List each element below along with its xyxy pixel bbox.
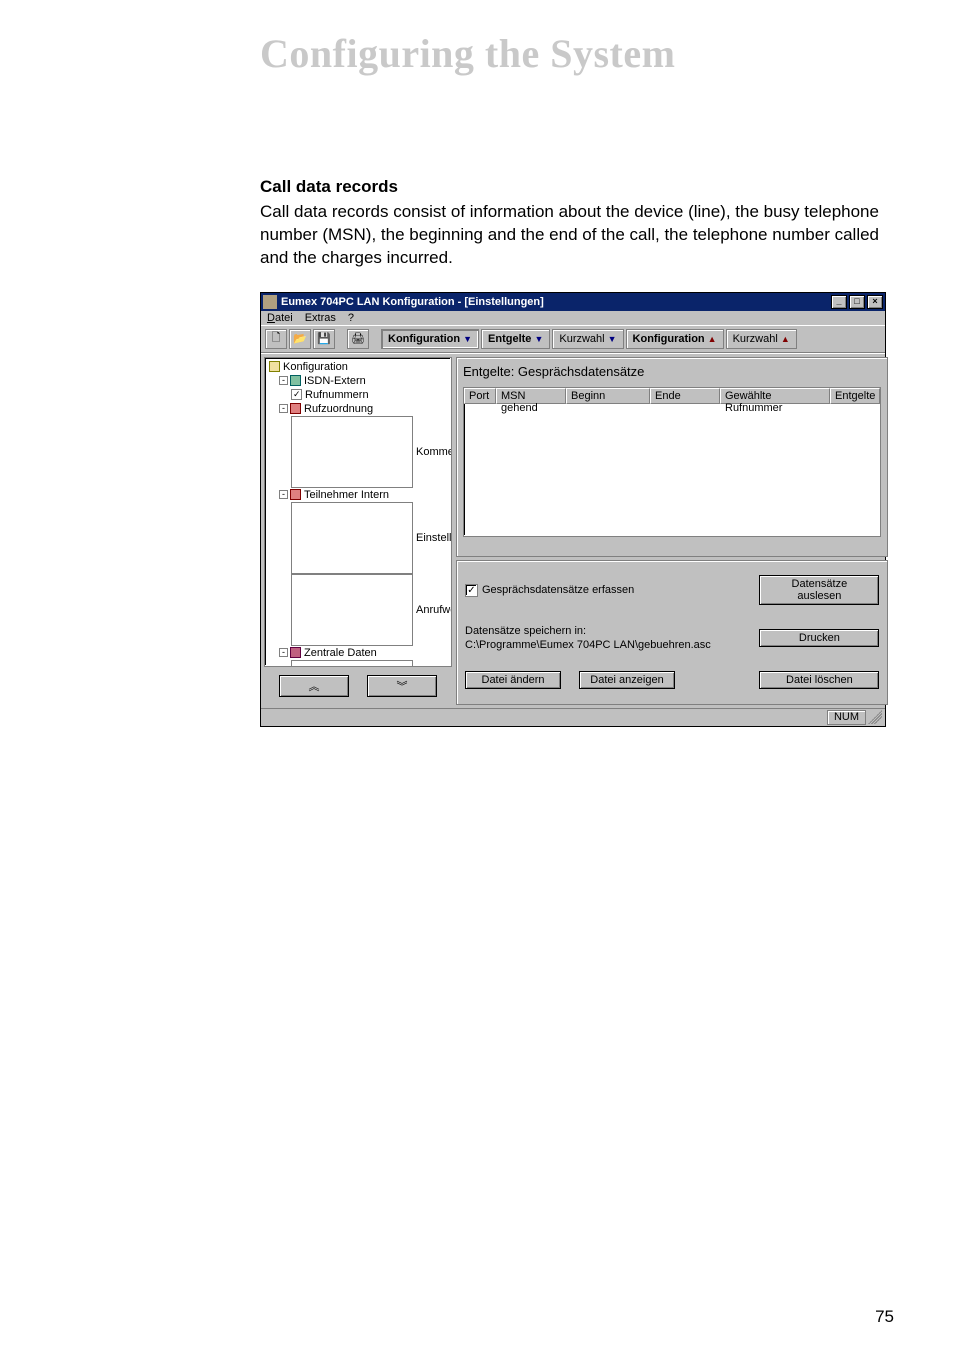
resize-grip-icon[interactable] [868,710,882,724]
status-bar: NUM [261,708,885,726]
tree-kommend[interactable]: Kommend [267,416,449,488]
menubar: Datei Extras ? [261,311,885,325]
tree-teilnehmer-intern[interactable]: -Teilnehmer Intern [267,488,449,502]
read-records-button[interactable]: Datensätze auslesen [759,575,879,605]
app-icon [263,295,277,309]
th-beginn[interactable]: Beginn [566,388,650,404]
konfiguration-up-button[interactable]: Konfiguration▲ [626,329,724,349]
th-rufnummer[interactable]: Gewählte Rufnummer [720,388,830,404]
tree-anrufweiterschaltung[interactable]: Anrufweiterschaltung [267,574,449,646]
delete-file-button[interactable]: Datei löschen [759,671,879,689]
app-window: Eumex 704PC LAN Konfiguration - [Einstel… [260,292,886,727]
save-in-label: Datensätze speichern in: [465,624,749,638]
expander-icon[interactable]: - [279,376,288,385]
konfiguration-down-button[interactable]: Konfiguration▼ [381,329,479,349]
telephone-icon [290,403,301,414]
entgelte-down-button[interactable]: Entgelte▼ [481,329,550,349]
page-icon [291,416,413,488]
tree-rufnummern[interactable]: Rufnummern [267,388,449,402]
capture-records-label: Gesprächsdatensätze erfassen [482,584,634,596]
page-number: 75 [875,1307,894,1327]
panel-title: Entgelte: Gesprächsdatensätze [463,364,881,379]
save-disk-icon: 💾 [317,332,331,345]
panel-top: Entgelte: Gesprächsdatensätze Port MSN g… [456,357,888,557]
tree-zentrale-daten[interactable]: -Zentrale Daten [267,646,449,660]
panel-bottom: ✓ Gesprächsdatensätze erfassen Datensätz… [456,560,888,705]
menu-help[interactable]: ? [348,312,354,324]
open-button[interactable]: 📂 [289,329,311,349]
kurzwahl-up-button[interactable]: Kurzwahl▲ [726,329,797,349]
new-file-icon: 🗋 [272,329,281,348]
page-icon [291,502,413,574]
gear-icon [290,647,301,658]
close-button[interactable]: × [867,295,883,309]
arrow-down-icon: ▼ [534,334,543,344]
tree-isdn-extern[interactable]: -ISDN-Extern [267,374,449,388]
tree-rufzuordnung[interactable]: -Rufzuordnung [267,402,449,416]
arrow-up-icon: ▲ [708,334,717,344]
printer-icon: 🖨 [351,332,365,345]
arrow-up-icon: ▲ [781,334,790,344]
new-button[interactable]: 🗋 [265,329,287,349]
expander-icon[interactable]: - [279,648,288,657]
check-icon [291,389,302,400]
section-heading: Call data records [260,177,894,197]
page-title: Configuring the System [260,30,894,77]
expander-icon[interactable]: - [279,404,288,413]
tree-zd-einstellungen[interactable]: Einstellungen [267,660,449,667]
section-body: Call data records consist of information… [260,201,894,270]
save-path: C:\Programme\Eumex 704PC LAN\gebuehren.a… [465,638,749,652]
capture-records-checkbox[interactable]: ✓ [465,584,478,597]
print-button[interactable]: 🖨 [347,329,369,349]
th-entgelte[interactable]: Entgelte [830,388,880,404]
maximize-button[interactable]: □ [849,295,865,309]
arrow-down-icon: ▼ [608,334,617,344]
titlebar: Eumex 704PC LAN Konfiguration - [Einstel… [261,293,885,311]
page-icon [291,574,413,646]
page-icon [291,660,413,667]
person-icon [290,489,301,500]
minimize-button[interactable]: _ [831,295,847,309]
save-button[interactable]: 💾 [313,329,335,349]
status-num: NUM [827,710,866,725]
globe-icon [290,375,301,386]
folder-icon [269,361,280,372]
kurzwahl-down-button[interactable]: Kurzwahl▼ [552,329,623,349]
expander-icon[interactable]: - [279,490,288,499]
menu-extras[interactable]: Extras [305,312,336,324]
arrow-down-icon: ▼ [463,334,472,344]
open-folder-icon: 📂 [293,332,307,345]
tree-konfiguration[interactable]: Konfiguration [267,360,449,374]
menu-datei[interactable]: Datei [267,312,293,324]
tree-ti-einstellungen[interactable]: Einstellungen [267,502,449,574]
expand-all-button[interactable]: ︾ [367,675,437,697]
th-port[interactable]: Port [464,388,496,404]
tree-pane[interactable]: Konfiguration -ISDN-Extern Rufnummern -R… [264,357,452,667]
th-msn[interactable]: MSN gehend [496,388,566,404]
show-file-button[interactable]: Datei anzeigen [579,671,675,689]
records-table[interactable]: Port MSN gehend Beginn Ende Gewählte Ruf… [463,387,881,537]
toolbar: 🗋 📂 💾 🖨 Konfiguration▼ Entgelte▼ Kurzwah… [261,325,885,353]
change-file-button[interactable]: Datei ändern [465,671,561,689]
window-title: Eumex 704PC LAN Konfiguration - [Einstel… [281,296,544,308]
print-records-button[interactable]: Drucken [759,629,879,647]
th-ende[interactable]: Ende [650,388,720,404]
collapse-all-button[interactable]: ︽ [279,675,349,697]
